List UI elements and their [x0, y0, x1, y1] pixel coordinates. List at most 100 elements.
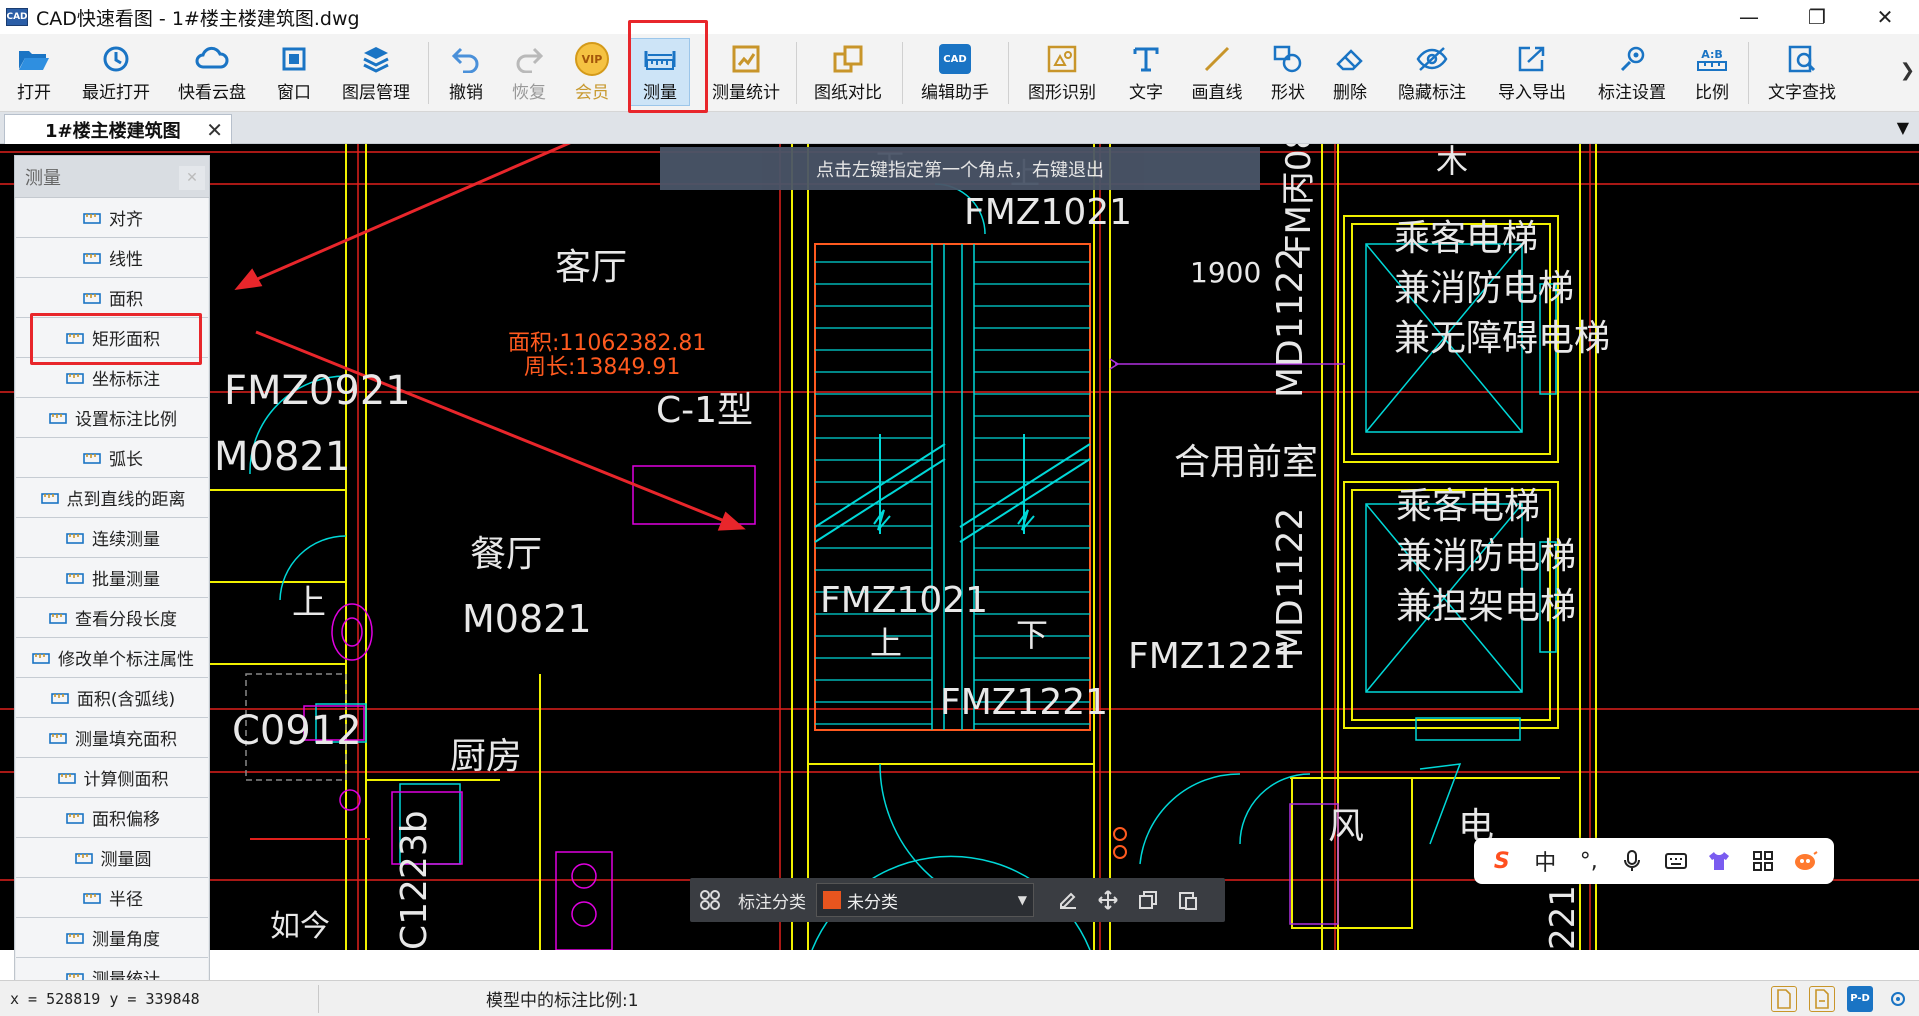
line-button[interactable]: 画直线: [1186, 42, 1248, 104]
restore-button[interactable]: ❐: [1783, 0, 1851, 34]
ime-toolbar: S 中 °,: [1474, 838, 1834, 884]
measure-item-16[interactable]: 测量圆: [16, 838, 208, 878]
tab-list-dropdown-icon[interactable]: ▼: [1897, 118, 1909, 137]
status-cad-file-icon[interactable]: [1771, 985, 1797, 1012]
tab-close-icon[interactable]: ✕: [206, 118, 223, 142]
paste-icon[interactable]: [1168, 878, 1208, 922]
area-arc-icon: [49, 689, 71, 707]
measure-item-11[interactable]: 修改单个标注属性: [16, 638, 208, 678]
undo-icon: [446, 42, 486, 76]
cloud-button[interactable]: 快看云盘: [170, 42, 254, 104]
vip-label: 会员: [575, 83, 609, 103]
text-search-icon: [1782, 42, 1822, 76]
measure-item-12[interactable]: 面积(含弧线): [16, 678, 208, 718]
status-pdf-icon[interactable]: [1809, 985, 1835, 1012]
vip-button[interactable]: VIP 会员: [566, 42, 618, 104]
area-offset-icon: [64, 809, 86, 827]
status-icons: P-D: [1771, 985, 1911, 1012]
sogou-logo-icon[interactable]: S: [1484, 843, 1520, 879]
measure-item-13[interactable]: 测量填充面积: [16, 718, 208, 758]
layers-button[interactable]: 图层管理: [334, 42, 418, 104]
delete-button[interactable]: 删除: [1328, 42, 1372, 104]
scale-label: 比例: [1695, 83, 1729, 103]
edit-helper-button[interactable]: CAD 编辑助手: [912, 42, 998, 104]
measure-item-2[interactable]: 面积: [16, 278, 208, 318]
cad-edit-icon: CAD: [935, 42, 975, 76]
measure-item-8[interactable]: 连续测量: [16, 518, 208, 558]
measure-item-label: 坐标标注: [92, 370, 160, 390]
measure-item-9[interactable]: 批量测量: [16, 558, 208, 598]
batch-measure-icon: [64, 569, 86, 587]
toolbar-more-icon[interactable]: ❯: [1900, 60, 1915, 81]
measure-item-10[interactable]: 查看分段长度: [16, 598, 208, 638]
shape-button[interactable]: 形状: [1266, 42, 1310, 104]
open-label: 打开: [17, 83, 51, 103]
measure-item-18[interactable]: 测量角度: [16, 918, 208, 958]
annotation-settings-button[interactable]: 标注设置: [1590, 42, 1674, 104]
close-button[interactable]: ✕: [1851, 0, 1919, 34]
settings-icon: [1612, 42, 1652, 76]
measure-item-5[interactable]: 设置标注比例: [16, 398, 208, 438]
compare-button[interactable]: 图纸对比: [806, 42, 890, 104]
ime-mascot-icon[interactable]: [1788, 843, 1824, 879]
door-fmz0921-text: FMZ0921: [224, 368, 411, 414]
category-color-swatch: [823, 891, 841, 909]
shape-recognition-button[interactable]: 图形识别: [1020, 42, 1104, 104]
grid-icon[interactable]: [690, 878, 730, 922]
open-button[interactable]: 打开: [6, 42, 62, 104]
door-marks: [250, 827, 1127, 859]
drawing-canvas[interactable]: 客厅 FMZ0921 M0821 餐厅 M0821 厨房 C0912 上 如今 …: [0, 144, 1919, 950]
measure-item-1[interactable]: 线性: [16, 238, 208, 278]
side-area-icon: [56, 769, 78, 787]
cad-drawing: 客厅 FMZ0921 M0821 餐厅 M0821 厨房 C0912 上 如今 …: [0, 144, 1919, 950]
annotation-category-select[interactable]: 未分类 ▼: [816, 883, 1034, 917]
area-value-text: 面积:11062382.81: [508, 331, 706, 356]
compare-icon: [828, 42, 868, 76]
microphone-icon[interactable]: [1614, 843, 1650, 879]
annotation-category-label: 标注分类: [738, 892, 806, 913]
measure-item-0[interactable]: 对齐: [16, 198, 208, 238]
minimize-button[interactable]: —: [1715, 0, 1783, 34]
keyboard-icon[interactable]: [1658, 843, 1694, 879]
measure-item-7[interactable]: 点到直线的距离: [16, 478, 208, 518]
radius-icon: [81, 889, 103, 907]
measure-item-14[interactable]: 计算侧面积: [16, 758, 208, 798]
measure-item-label: 对齐: [109, 210, 143, 230]
shape-label: 形状: [1271, 83, 1305, 103]
ime-mode-toggle[interactable]: 中: [1527, 843, 1563, 879]
room-dining-text: 餐厅: [470, 534, 542, 575]
measure-stats-button[interactable]: 测量统计: [704, 42, 788, 104]
toolbar-separator: [902, 42, 903, 104]
move-icon[interactable]: [1088, 878, 1128, 922]
text-search-button[interactable]: 文字查找: [1760, 42, 1844, 104]
skin-shirt-icon[interactable]: [1701, 843, 1737, 879]
status-settings-icon[interactable]: [1885, 986, 1911, 1012]
fill-area-icon: [47, 729, 69, 747]
document-tab[interactable]: 1#楼主楼建筑图 ✕: [4, 114, 232, 144]
apps-grid-icon[interactable]: [1745, 843, 1781, 879]
copy-icon[interactable]: [1128, 878, 1168, 922]
import-export-button[interactable]: 导入导出: [1490, 42, 1574, 104]
recent-button[interactable]: 最近打开: [74, 42, 158, 104]
undo-button[interactable]: 撤销: [440, 42, 492, 104]
type-c1-text: C-1型: [656, 390, 753, 431]
measure-item-17[interactable]: 半径: [16, 878, 208, 918]
redo-button[interactable]: 恢复: [503, 42, 555, 104]
window-button[interactable]: 窗口: [268, 42, 320, 104]
area-icon: [81, 289, 103, 307]
hint-banner: 点击左键指定第一个角点，右键退出: [660, 147, 1260, 190]
scale-button[interactable]: A:B 比例: [1690, 42, 1734, 104]
bottom-char-text: 如今: [270, 909, 330, 944]
undo-label: 撤销: [449, 83, 483, 103]
window-title: CAD快速看图 - 1#楼主楼建筑图.dwg: [36, 7, 360, 30]
status-pd-icon[interactable]: P-D: [1847, 985, 1873, 1012]
panel-close-icon[interactable]: ✕: [179, 166, 205, 190]
ime-punctuation-toggle[interactable]: °,: [1571, 843, 1607, 879]
measure-stats-label: 测量统计: [712, 83, 780, 103]
window-c0912-text: C0912: [232, 708, 362, 754]
measure-item-6[interactable]: 弧长: [16, 438, 208, 478]
edit-annotation-icon[interactable]: [1048, 878, 1088, 922]
text-button[interactable]: 文字: [1124, 42, 1168, 104]
measure-item-15[interactable]: 面积偏移: [16, 798, 208, 838]
hide-annotation-button[interactable]: 隐藏标注: [1390, 42, 1474, 104]
